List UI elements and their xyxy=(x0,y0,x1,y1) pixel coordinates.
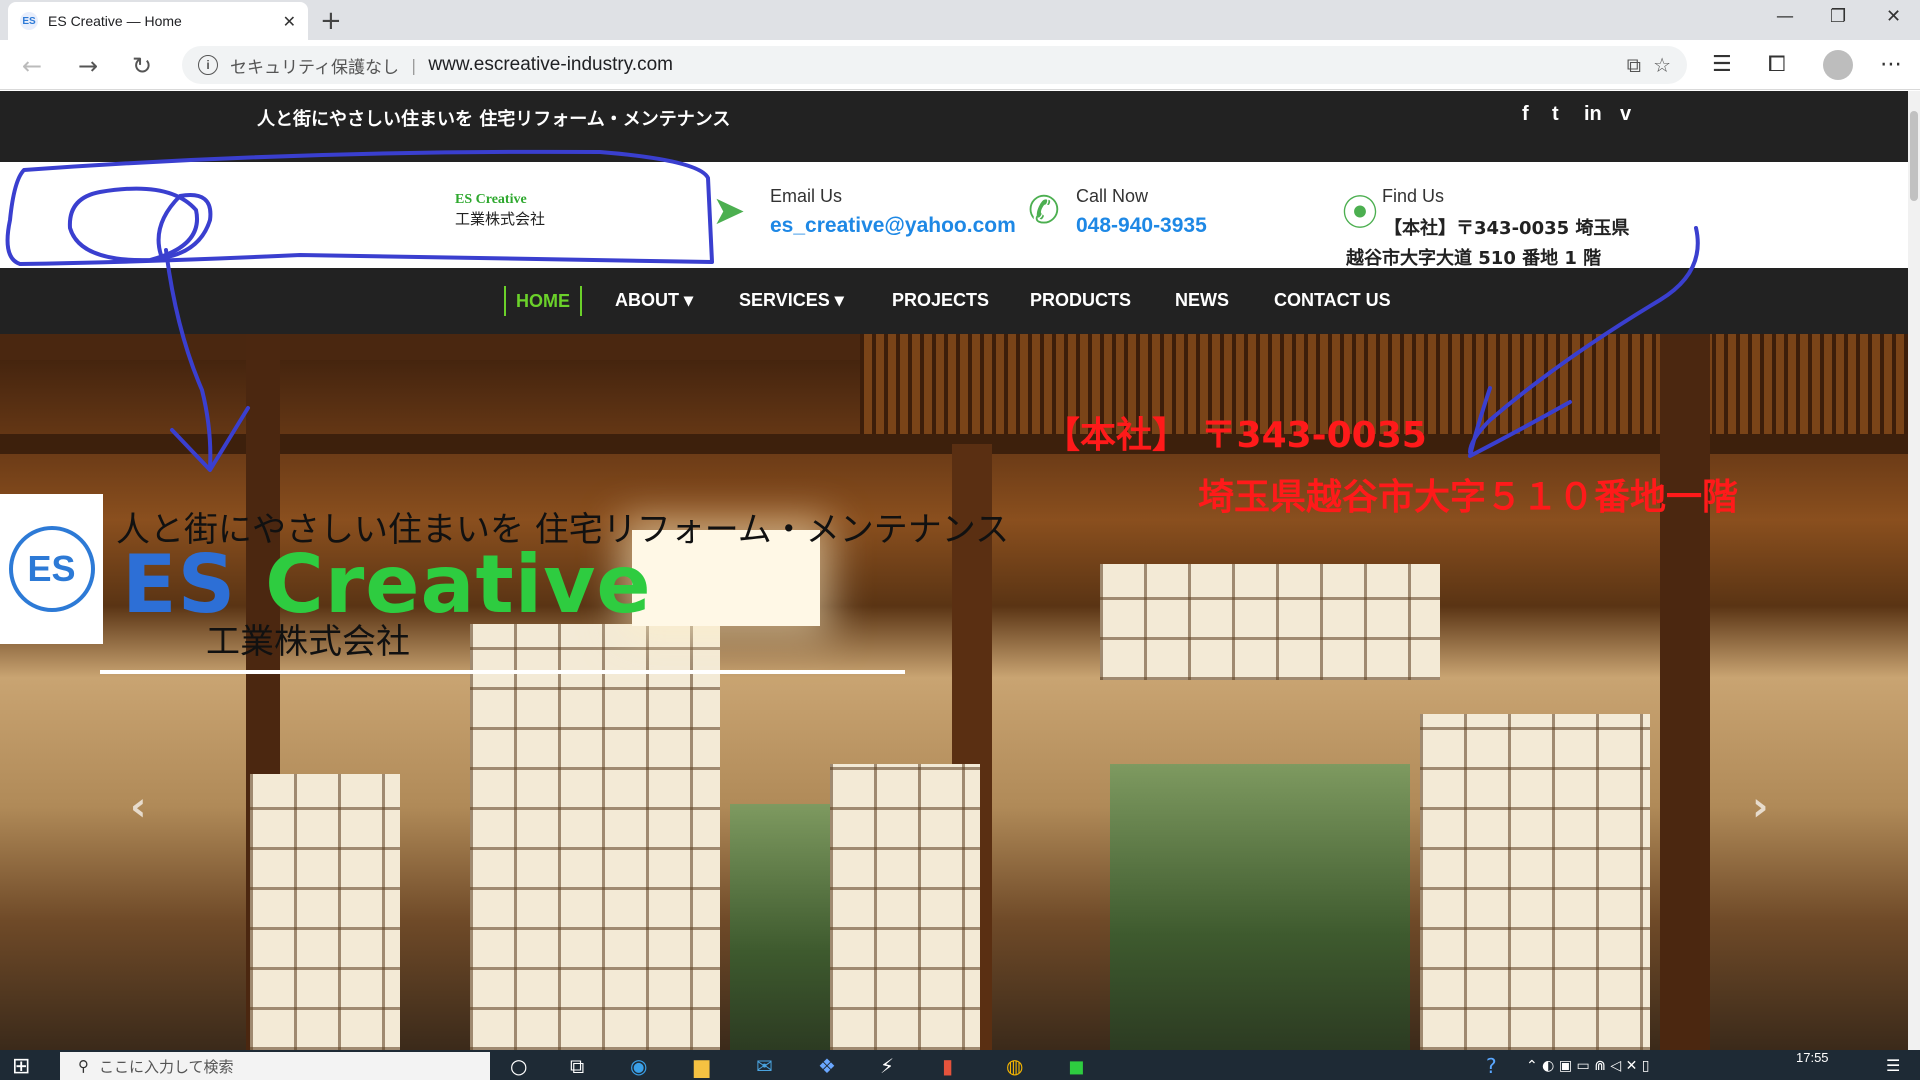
hero-divider xyxy=(100,670,905,674)
twitter-icon[interactable]: t xyxy=(1552,103,1559,126)
translate-icon[interactable]: ⧉ xyxy=(1627,53,1641,77)
site-info-icon[interactable]: i xyxy=(198,55,218,75)
site-logo[interactable]: ES Creative 工業株式会社 xyxy=(455,192,545,229)
address-line-1: 【本社】〒343-0035 埼玉県 xyxy=(1384,218,1630,239)
hero-logo: ES xyxy=(0,494,103,644)
find-label: Find Us xyxy=(1382,186,1445,206)
tab-title: ES Creative — Home xyxy=(48,13,182,29)
garden-view xyxy=(730,804,830,1050)
nav-news[interactable]: NEWS xyxy=(1175,290,1229,311)
back-icon[interactable]: ← xyxy=(22,52,42,80)
call-label: Call Now xyxy=(1076,186,1149,206)
address-bar[interactable]: i セキュリティ保護なし | www.escreative-industry.c… xyxy=(182,46,1687,84)
more-menu-icon[interactable]: ⋯ xyxy=(1880,52,1902,77)
nav-services[interactable]: SERVICES ▾ xyxy=(739,290,844,311)
slider-next-icon[interactable]: › xyxy=(1752,784,1768,830)
office-icon[interactable]: ▮ xyxy=(942,1054,953,1078)
slider-prev-icon[interactable]: ‹ xyxy=(130,784,146,830)
paper-plane-icon: ➤ xyxy=(712,188,746,234)
nav-contact[interactable]: CONTACT US xyxy=(1274,290,1391,311)
url-text[interactable]: www.escreative-industry.com xyxy=(428,54,1614,76)
search-placeholder: ここに入力して検索 xyxy=(99,1057,234,1076)
notification-icon[interactable]: ☰ xyxy=(1886,1056,1900,1075)
forward-icon[interactable]: → xyxy=(78,52,98,80)
cortana-icon[interactable]: ○ xyxy=(510,1054,527,1078)
minimize-icon[interactable]: — xyxy=(1776,6,1794,27)
file-explorer-icon[interactable]: ▆ xyxy=(694,1054,709,1078)
site-header: ES Creative 工業株式会社 ➤ Email Us es_creativ… xyxy=(0,162,1908,269)
windows-taskbar: ⊞ ⚲ ここに入力して検索 ○ ⧉ ◉ ▆ ✉ ❖ ⚡ ▮ ◍ ◼ ? ⌃ ◐ … xyxy=(0,1050,1920,1080)
clock: 17:55 xyxy=(1796,1050,1829,1065)
nav-about[interactable]: ABOUT ▾ xyxy=(615,290,693,311)
security-label: セキュリティ保護なし xyxy=(230,57,399,78)
nav-projects[interactable]: PROJECTS xyxy=(892,290,989,311)
linkedin-icon[interactable]: in xyxy=(1584,103,1602,126)
app-icon[interactable]: ⚡ xyxy=(880,1054,894,1078)
email-label: Email Us xyxy=(770,186,843,206)
dropbox-icon[interactable]: ❖ xyxy=(818,1054,836,1078)
annotation-postal-code: 【本社】 〒343-0035 xyxy=(1044,415,1427,456)
vimeo-icon[interactable]: v xyxy=(1620,103,1631,126)
task-view-icon[interactable]: ⧉ xyxy=(570,1054,584,1078)
favorites-icon[interactable]: ☰ xyxy=(1712,52,1732,77)
page-scrollbar[interactable] xyxy=(1908,91,1920,1050)
phone-icon: ✆ xyxy=(1028,188,1060,232)
map-pin-icon: ⦿ xyxy=(1342,193,1379,234)
help-icon[interactable]: ? xyxy=(1486,1054,1497,1078)
address-line-2: 越谷市大字大道 510 番地 1 階 xyxy=(1346,248,1602,269)
hero-slider: ES 人と街にやさしい住まいを 住宅リフォーム・メンテナンス ES Creati… xyxy=(0,334,1908,1050)
chrome-icon[interactable]: ◍ xyxy=(1006,1054,1023,1078)
collections-icon[interactable]: ⧠ xyxy=(1768,52,1786,77)
phone-link[interactable]: 048-940-3935 xyxy=(1076,214,1207,238)
shoji-screen xyxy=(1420,714,1650,1050)
nav-home[interactable]: HOME xyxy=(504,286,582,316)
line-icon[interactable]: ◼ xyxy=(1068,1054,1085,1078)
wood-post xyxy=(1660,334,1710,1050)
separator: | xyxy=(410,55,417,75)
tray-icons[interactable]: ⌃ ◐ ▣ ▭ ⋒ ◁ ✕ ▯ xyxy=(1526,1058,1649,1074)
browser-tab-bar: ES ES Creative — Home ✕ + — ❐ ✕ xyxy=(0,0,1920,40)
shoji-screen xyxy=(250,774,400,1050)
annotation-address: 埼玉県越谷市大字５１０番地一階 xyxy=(1198,477,1739,518)
address-toolbar: ← → ↻ i セキュリティ保護なし | www.escreative-indu… xyxy=(0,40,1920,90)
close-tab-icon[interactable]: ✕ xyxy=(283,12,296,31)
close-window-icon[interactable]: ✕ xyxy=(1886,6,1901,27)
mail-icon[interactable]: ✉ xyxy=(756,1054,773,1078)
es-logo-mark: ES xyxy=(8,526,95,612)
search-icon: ⚲ xyxy=(78,1057,89,1075)
logo-company-text: 工業株式会社 xyxy=(455,210,546,228)
scrollbar-thumb[interactable] xyxy=(1910,111,1918,201)
edge-icon[interactable]: ◉ xyxy=(630,1054,647,1078)
taskbar-search[interactable]: ⚲ ここに入力して検索 xyxy=(60,1052,490,1080)
logo-brand-text: ES Creative xyxy=(455,192,527,207)
facebook-icon[interactable]: f xyxy=(1522,103,1529,126)
windows-start-icon[interactable]: ⊞ xyxy=(12,1054,30,1079)
site-tagline: 人と街にやさしい住まいを 住宅リフォーム・メンテナンス xyxy=(257,109,731,130)
nav-products[interactable]: PRODUCTS xyxy=(1030,290,1131,311)
site-topbar: 人と街にやさしい住まいを 住宅リフォーム・メンテナンス f t in v xyxy=(0,91,1908,162)
restore-icon[interactable]: ❐ xyxy=(1830,6,1846,27)
new-tab-icon[interactable]: + xyxy=(320,6,342,36)
profile-avatar[interactable] xyxy=(1823,50,1853,80)
hero-company-name: 工業株式会社 xyxy=(206,622,410,662)
refresh-icon[interactable]: ↻ xyxy=(132,52,152,80)
shoji-screen xyxy=(470,624,720,1050)
site-favicon-icon: ES xyxy=(20,12,38,30)
shoji-transom xyxy=(1100,564,1440,680)
shoji-screen xyxy=(830,764,980,1050)
favorite-star-icon[interactable]: ☆ xyxy=(1653,53,1671,77)
email-link[interactable]: es_creative@yahoo.com xyxy=(770,214,1016,238)
browser-tab[interactable]: ES ES Creative — Home ✕ xyxy=(8,2,308,40)
main-navigation: HOME ABOUT ▾ SERVICES ▾ PROJECTS PRODUCT… xyxy=(0,268,1908,334)
garden-view xyxy=(1110,764,1410,1050)
